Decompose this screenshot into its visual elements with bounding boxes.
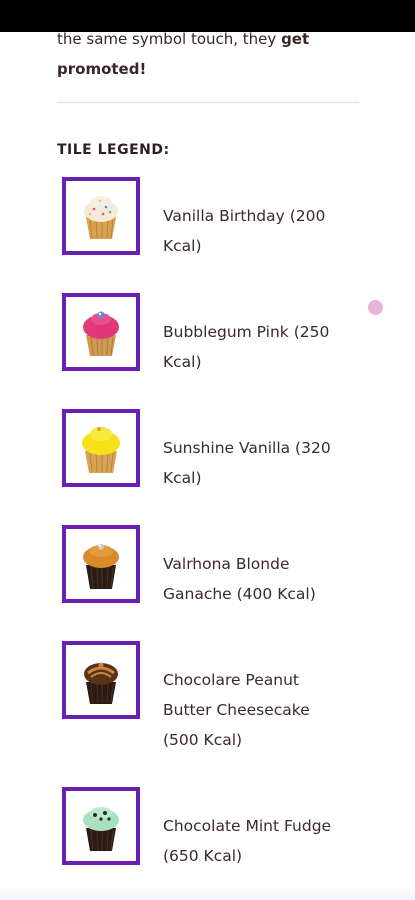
chocolate-peanut-butter-cheesecake-cupcake-icon — [84, 662, 118, 704]
bubblegum-pink-cupcake-icon — [83, 311, 119, 356]
legend-tile — [62, 409, 140, 487]
legend-tile — [62, 641, 140, 719]
legend-tile — [62, 787, 140, 865]
scroll-indicator-dot — [368, 300, 383, 315]
vanilla-birthday-cupcake-icon — [84, 196, 118, 239]
legend-label: Valrhona Blonde Ganache (400 Kcal) — [163, 555, 316, 603]
legend-label: Vanilla Birthday (200 Kcal) — [163, 207, 326, 255]
legend-label: Bubblegum Pink (250 Kcal) — [163, 323, 330, 371]
intro-line1-bold: get — [281, 30, 310, 48]
chocolate-mint-fudge-cupcake-icon — [83, 807, 119, 851]
legend-label: Chocolate Mint Fudge (650 Kcal) — [163, 817, 332, 865]
intro-text: the same symbol touch, they get promoted… — [57, 24, 357, 84]
intro-line2-bold: promoted! — [57, 60, 147, 78]
legend-heading: TILE LEGEND: — [57, 142, 170, 158]
valrhona-blonde-ganache-cupcake-icon — [83, 544, 119, 589]
sunshine-vanilla-cupcake-icon — [82, 426, 120, 473]
legend-label: Chocolare Peanut Butter Cheesecake (500 … — [163, 671, 310, 749]
legend-tile — [62, 177, 140, 255]
legend-tile — [62, 293, 140, 371]
legend-label: Sunshine Vanilla (320 Kcal) — [163, 439, 331, 487]
bottom-fade — [0, 886, 415, 900]
intro-line1: the same symbol touch, they — [57, 30, 282, 48]
section-divider — [57, 102, 359, 103]
legend-tile — [62, 525, 140, 603]
